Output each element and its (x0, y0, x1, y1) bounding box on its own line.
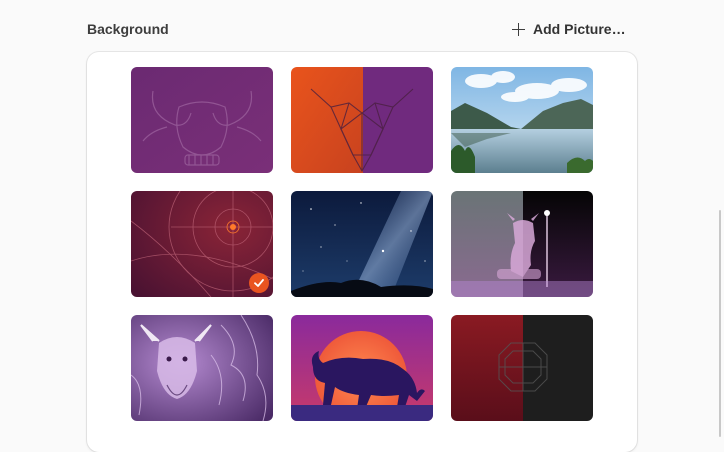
wallpaper-purple-bull-creature[interactable] (131, 315, 273, 421)
wallpaper-gallery (87, 52, 637, 452)
wallpaper-image (291, 67, 433, 173)
wallpaper-orange-purple-geometric-bull[interactable] (291, 67, 433, 173)
wallpaper-purple-bull-outline[interactable] (131, 67, 273, 173)
wallpaper-image (451, 67, 593, 173)
wallpaper-image (131, 315, 273, 421)
wallpaper-milky-way-night[interactable] (291, 191, 433, 297)
add-picture-button[interactable]: Add Picture… (506, 13, 632, 45)
plus-icon (512, 22, 525, 36)
wallpaper-horned-warrior-split[interactable] (451, 191, 593, 297)
wallpaper-image (291, 315, 433, 421)
wallpaper-image (451, 191, 593, 297)
wallpaper-image (291, 191, 433, 297)
wallpaper-bull-sunset[interactable] (291, 315, 433, 421)
wallpaper-image (131, 67, 273, 173)
wallpaper-grid (131, 67, 593, 421)
wallpaper-image (451, 315, 593, 421)
add-picture-label: Add Picture… (533, 21, 626, 37)
wallpaper-radar-circles[interactable] (131, 191, 273, 297)
wallpaper-mountain-lake[interactable] (451, 67, 593, 173)
wallpaper-dark-red-split-emblem[interactable] (451, 315, 593, 421)
section-title: Background (87, 21, 169, 37)
selected-checkmark-icon (249, 273, 269, 293)
scrollbar[interactable] (719, 210, 721, 437)
